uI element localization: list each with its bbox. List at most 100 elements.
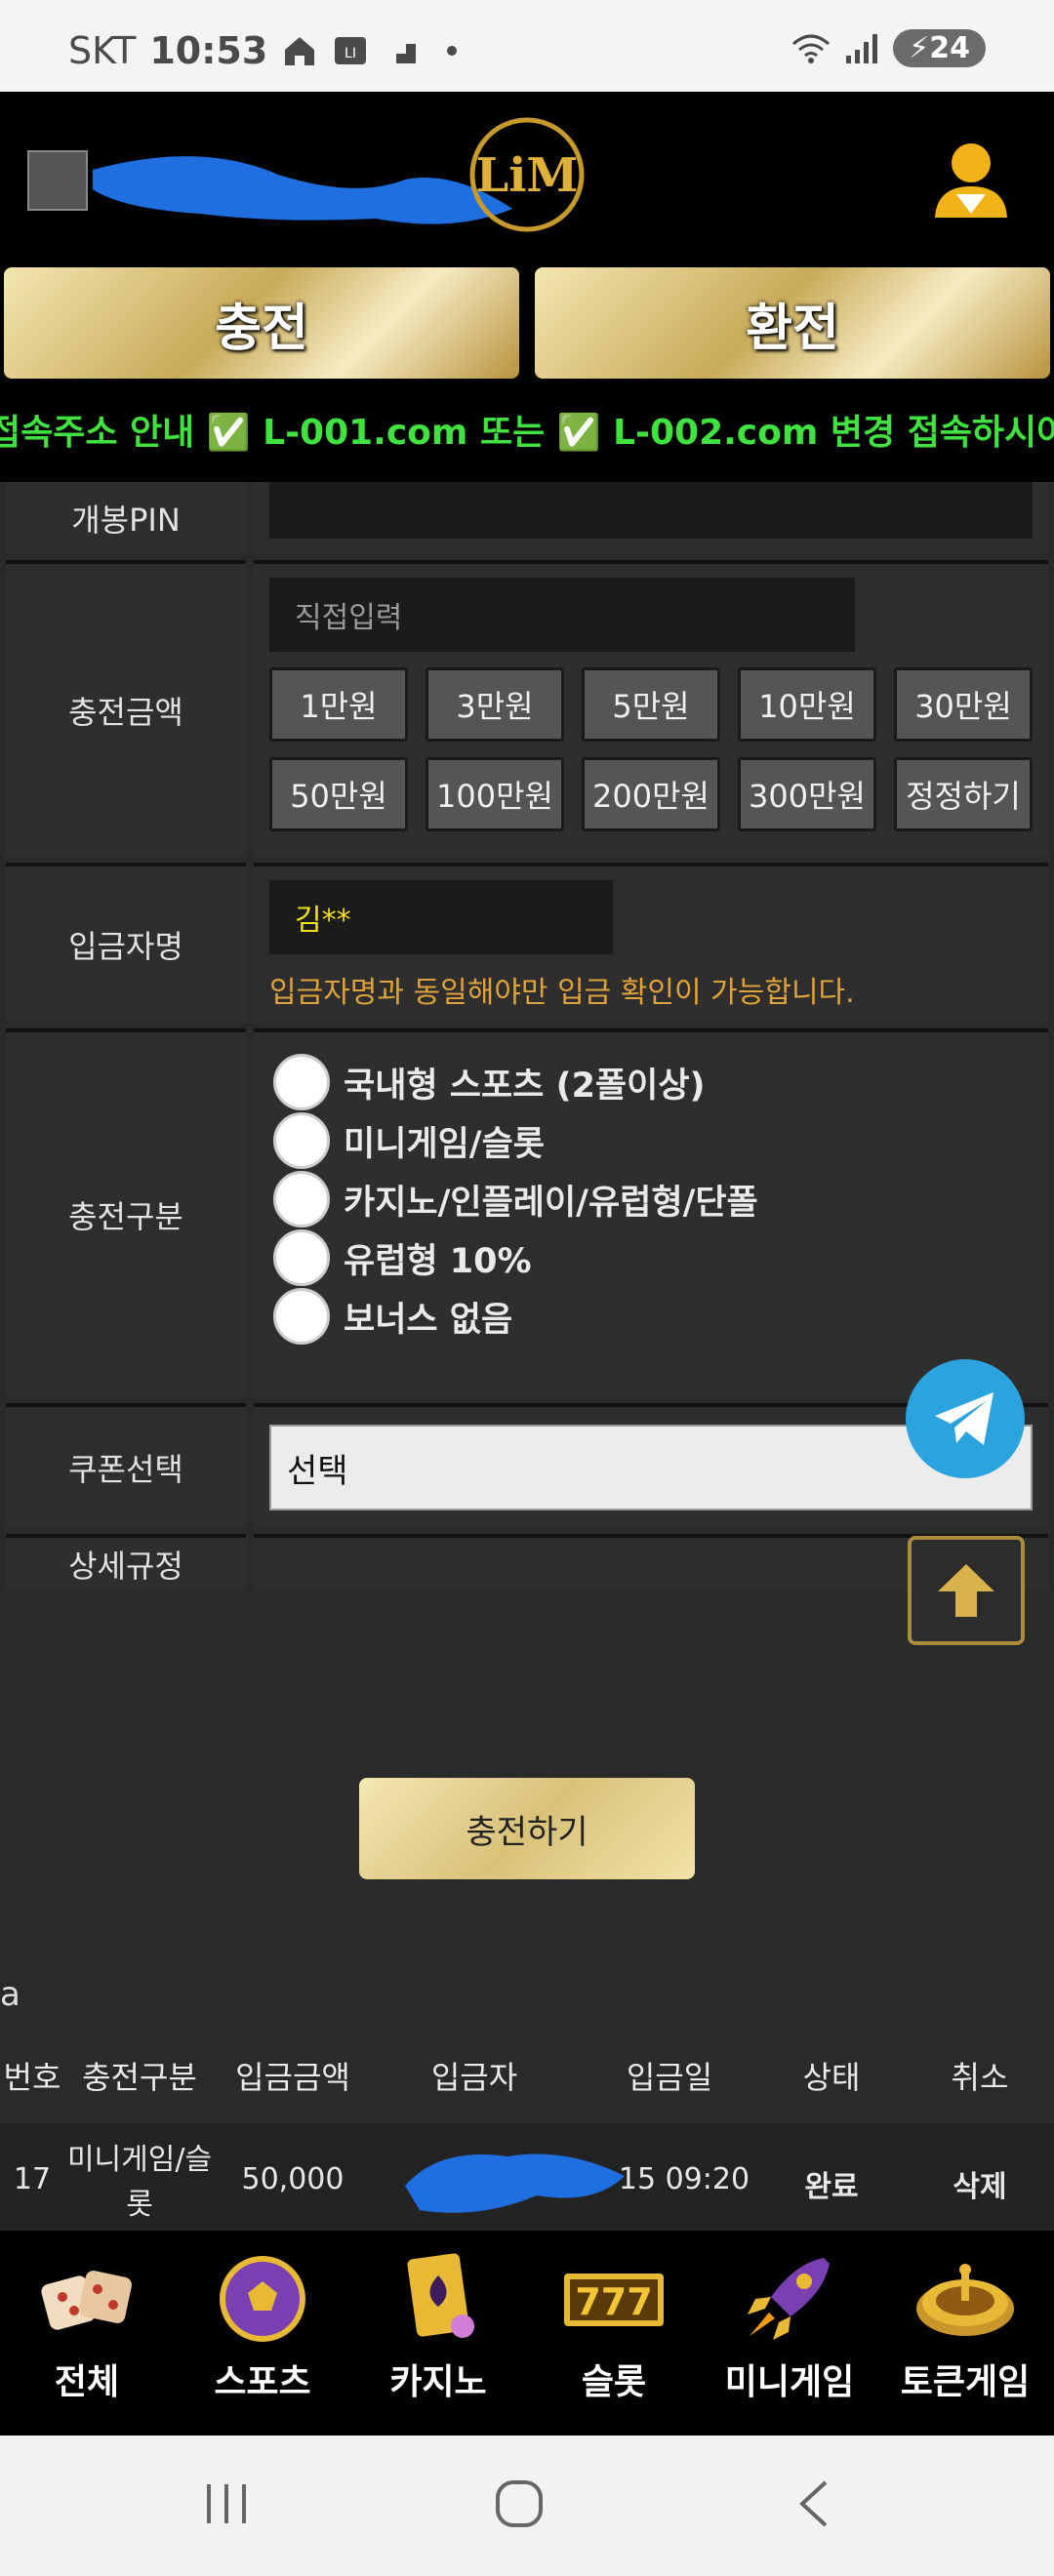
stairs-icon	[386, 44, 417, 63]
user-profile-icon[interactable]	[927, 136, 1015, 223]
exchange-tab-button[interactable]: 환전	[535, 267, 1050, 379]
amount-row: 충전금액 직접입력 1만원 3만원 5만원 10만원 30만원 50만원 100…	[6, 560, 1048, 857]
option-casino-inplay[interactable]: 카지노/인플레이/유럽형/단폴	[273, 1171, 758, 1228]
radio-button[interactable]	[273, 1171, 330, 1228]
rules-label: 상세규정	[6, 1534, 246, 1590]
app-icon: LI	[335, 37, 367, 64]
option-european-10[interactable]: 유럽형 10%	[273, 1229, 532, 1286]
charge-type-row: 충전구분 국내형 스포츠 (2폴이상) 미니게임/슬롯 카지노/인플레이/유럽형…	[6, 1028, 1048, 1397]
col-date: 입금일	[626, 2059, 713, 2096]
amount-10man-button[interactable]: 10만원	[738, 667, 876, 742]
scroll-to-top-button[interactable]	[908, 1536, 1025, 1645]
redacted-scribble	[405, 2153, 625, 2213]
charging-icon: ⚡	[909, 31, 930, 65]
depositor-row: 입금자명 김** 입금자명과 동일해야만 입금 확인이 가능합니다.	[6, 863, 1048, 1023]
nav-token-game[interactable]: 토큰게임	[882, 2250, 1048, 2404]
game-category-nav: 전체 스포츠 카지노 777 슬롯 미니게임 토큰게임	[0, 2231, 1054, 2435]
delete-link[interactable]: 삭제	[953, 2162, 1006, 2205]
rules-row: 상세규정	[6, 1534, 1048, 1590]
depositor-input[interactable]: 김**	[269, 880, 613, 954]
home-button-icon[interactable]	[492, 2476, 547, 2531]
nav-label: 카지노	[389, 2362, 487, 2402]
pin-label: 개봉PIN	[6, 482, 246, 554]
radio-button[interactable]	[273, 1229, 330, 1286]
option-no-bonus[interactable]: 보너스 없음	[273, 1288, 512, 1345]
playing-card-icon	[407, 2253, 474, 2338]
arrow-up-icon	[938, 1564, 994, 1617]
charge-type-cell: 국내형 스포츠 (2폴이상) 미니게임/슬롯 카지노/인플레이/유럽형/단폴 유…	[254, 1028, 1048, 1397]
cell-type: 미니게임/슬	[66, 2143, 213, 2177]
home-icon	[285, 37, 315, 65]
amount-50man-button[interactable]: 50만원	[269, 757, 408, 831]
soccer-ball-icon	[220, 2256, 305, 2342]
dice-icon	[41, 2271, 132, 2330]
amount-input[interactable]: 직접입력	[269, 578, 855, 652]
nav-label: 스포츠	[214, 2362, 311, 2402]
coupon-label: 쿠폰선택	[6, 1403, 246, 1528]
option-minigame-slot[interactable]: 미니게임/슬롯	[273, 1112, 545, 1169]
col-status: 상태	[802, 2059, 861, 2096]
amount-cell: 직접입력 1만원 3만원 5만원 10만원 30만원 50만원 100만원 20…	[254, 560, 1048, 857]
charge-submit-button[interactable]: 충전하기	[359, 1778, 695, 1879]
amount-100man-button[interactable]: 100만원	[426, 757, 564, 831]
radio-button[interactable]	[273, 1054, 330, 1110]
amount-label: 충전금액	[6, 560, 246, 857]
cell-status: 완료	[804, 2170, 859, 2204]
option-label: 미니게임/슬롯	[344, 1124, 545, 1164]
battery-indicator: ⚡24	[893, 29, 986, 67]
pin-input[interactable]	[269, 482, 1033, 539]
amount-200man-button[interactable]: 200만원	[582, 757, 720, 831]
option-domestic-sports[interactable]: 국내형 스포츠 (2폴이상)	[273, 1054, 706, 1110]
charge-type-label: 충전구분	[6, 1028, 246, 1397]
notice-marquee: 접속주소 안내 ✅ L-001.com 또는 ✅ L-002.com 변경 접속…	[0, 384, 1054, 482]
depositor-cell: 김** 입금자명과 동일해야만 입금 확인이 가능합니다.	[254, 863, 1048, 1023]
option-label: 카지노/인플레이/유럽형/단폴	[344, 1183, 758, 1223]
charge-tab-button[interactable]: 충전	[4, 267, 519, 379]
nav-label: 토큰게임	[900, 2362, 1031, 2402]
amount-1man-button[interactable]: 1만원	[269, 667, 408, 742]
coupon-row: 쿠폰선택 선택	[6, 1403, 1048, 1528]
telegram-icon[interactable]	[906, 1359, 1025, 1478]
svg-text:LI: LI	[345, 46, 356, 61]
cell-no: 17	[13, 2162, 52, 2196]
slot-777-icon: 777	[564, 2274, 664, 2326]
radio-button[interactable]	[273, 1112, 330, 1169]
carrier-label: SKT	[68, 29, 137, 72]
recent-apps-icon[interactable]	[201, 2476, 252, 2531]
nav-sports[interactable]: 스포츠	[180, 2250, 345, 2404]
nav-casino[interactable]: 카지노	[355, 2250, 521, 2404]
rocket-icon	[748, 2258, 830, 2340]
history-table-header: 번호 충전구분 입금금액 입금자 입금일 상태 취소	[0, 2030, 1054, 2117]
nav-minigame[interactable]: 미니게임	[707, 2250, 872, 2404]
amount-30man-button[interactable]: 30만원	[894, 667, 1033, 742]
col-cancel: 취소	[951, 2059, 1009, 2096]
status-bar: SKT 10:53 LI ⚡24	[0, 0, 1054, 92]
section-marker: a	[0, 1975, 20, 2014]
amount-300man-button[interactable]: 300만원	[738, 757, 876, 831]
nav-label: 미니게임	[724, 2362, 855, 2402]
option-label: 국내형 스포츠 (2폴이상)	[344, 1066, 706, 1106]
back-icon[interactable]	[792, 2476, 835, 2531]
site-header: LiM	[0, 92, 1054, 263]
amount-5man-button[interactable]: 5만원	[582, 667, 720, 742]
nav-label: 전체	[54, 2362, 120, 2402]
marquee-text: 접속주소 안내 ✅ L-001.com 또는 ✅ L-002.com 변경 접속…	[0, 413, 1054, 453]
pin-cell	[254, 482, 1048, 554]
site-logo-icon[interactable]: LiM	[459, 111, 595, 238]
dot-icon	[447, 46, 458, 56]
clock: 10:53	[149, 29, 268, 72]
nav-slot[interactable]: 777 슬롯	[531, 2250, 697, 2404]
roulette-icon	[916, 2264, 1014, 2336]
nav-all[interactable]: 전체	[4, 2250, 170, 2404]
option-label: 보너스 없음	[344, 1300, 513, 1340]
amount-reset-button[interactable]: 정정하기	[894, 757, 1033, 831]
depositor-notice: 입금자명과 동일해야만 입금 확인이 가능합니다.	[269, 976, 855, 1010]
slot-icon-text: 777	[575, 2280, 652, 2323]
amount-3man-button[interactable]: 3만원	[426, 667, 564, 742]
depositor-label: 입금자명	[6, 863, 246, 1023]
wifi-icon	[792, 34, 831, 63]
pin-row: 개봉PIN	[6, 482, 1048, 554]
svg-text:LiM: LiM	[475, 148, 578, 203]
radio-button[interactable]	[273, 1288, 330, 1345]
col-depositor: 입금자	[430, 2059, 518, 2096]
